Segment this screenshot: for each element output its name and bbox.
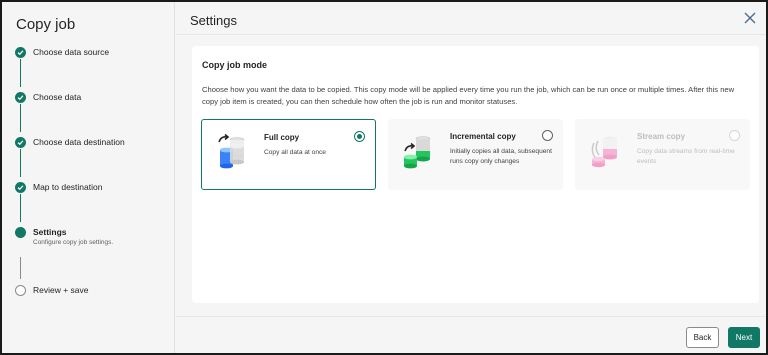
- option-description: Initially copies all data, subsequent ru…: [450, 148, 552, 165]
- header-divider: [176, 34, 766, 35]
- checkmark-icon: [15, 92, 26, 103]
- option-stream-copy: Stream copy Copy data streams from real-…: [575, 119, 750, 190]
- next-button[interactable]: Next: [728, 327, 760, 348]
- checkmark-icon: [15, 182, 26, 193]
- step-label: Review + save: [33, 285, 89, 295]
- step-connector: [20, 104, 21, 132]
- full-copy-radio[interactable]: [354, 131, 365, 142]
- wizard-sidebar: Copy job Choose data source Choose data: [2, 2, 175, 353]
- checkmark-icon: [15, 47, 26, 58]
- step-label: Settings: [33, 227, 67, 237]
- option-description: Copy all data at once: [264, 149, 326, 156]
- copy-job-dialog: Copy job Choose data source Choose data: [0, 0, 768, 355]
- step-choose-data[interactable]: Choose data: [15, 91, 81, 103]
- option-incremental-copy[interactable]: Incremental copy Initially copies all da…: [388, 119, 563, 190]
- step-connector: [20, 149, 21, 177]
- page-title: Settings: [190, 13, 237, 28]
- current-step-icon: [15, 227, 26, 238]
- option-title: Stream copy: [637, 132, 686, 141]
- pending-step-icon: [15, 285, 26, 296]
- option-title: Full copy: [264, 133, 300, 142]
- step-review-save[interactable]: Review + save: [15, 284, 89, 296]
- step-choose-data-source[interactable]: Choose data source: [15, 46, 109, 58]
- wizard-steps: Choose data source Choose data Choose da…: [2, 2, 175, 353]
- step-connector: [20, 257, 21, 279]
- stream-copy-radio: [729, 130, 740, 141]
- section-title: Copy job mode: [202, 60, 267, 70]
- option-description: Copy data streams from real-time events: [637, 148, 735, 165]
- full-copy-icon: [218, 133, 245, 169]
- step-label: Choose data: [33, 92, 82, 102]
- option-full-copy[interactable]: Full copy Copy all data at once: [201, 119, 376, 190]
- footer-divider: [176, 316, 766, 317]
- step-connector: [20, 194, 21, 222]
- step-connector: [20, 59, 21, 87]
- step-map-to-destination[interactable]: Map to destination: [15, 181, 102, 193]
- back-button[interactable]: Back: [686, 327, 719, 348]
- main-panel: Settings Copy job mode Choose how you wa…: [176, 2, 766, 353]
- checkmark-icon: [15, 137, 26, 148]
- step-choose-data-destination[interactable]: Choose data destination: [15, 136, 125, 148]
- step-label: Choose data destination: [33, 137, 125, 147]
- option-title: Incremental copy: [450, 132, 516, 141]
- stream-copy-icon: [591, 136, 617, 168]
- step-label: Choose data source: [33, 47, 110, 57]
- incremental-copy-icon: [404, 136, 431, 169]
- copy-mode-card: Copy job mode Choose how you want the da…: [192, 46, 759, 303]
- section-description: Choose how you want the data to be copie…: [202, 85, 735, 106]
- step-settings[interactable]: Settings Configure copy job settings.: [15, 226, 113, 246]
- close-icon: [744, 12, 756, 24]
- incremental-copy-radio[interactable]: [542, 130, 553, 141]
- close-button[interactable]: [742, 10, 758, 26]
- step-sublabel: Configure copy job settings.: [33, 239, 114, 246]
- step-label: Map to destination: [33, 182, 103, 192]
